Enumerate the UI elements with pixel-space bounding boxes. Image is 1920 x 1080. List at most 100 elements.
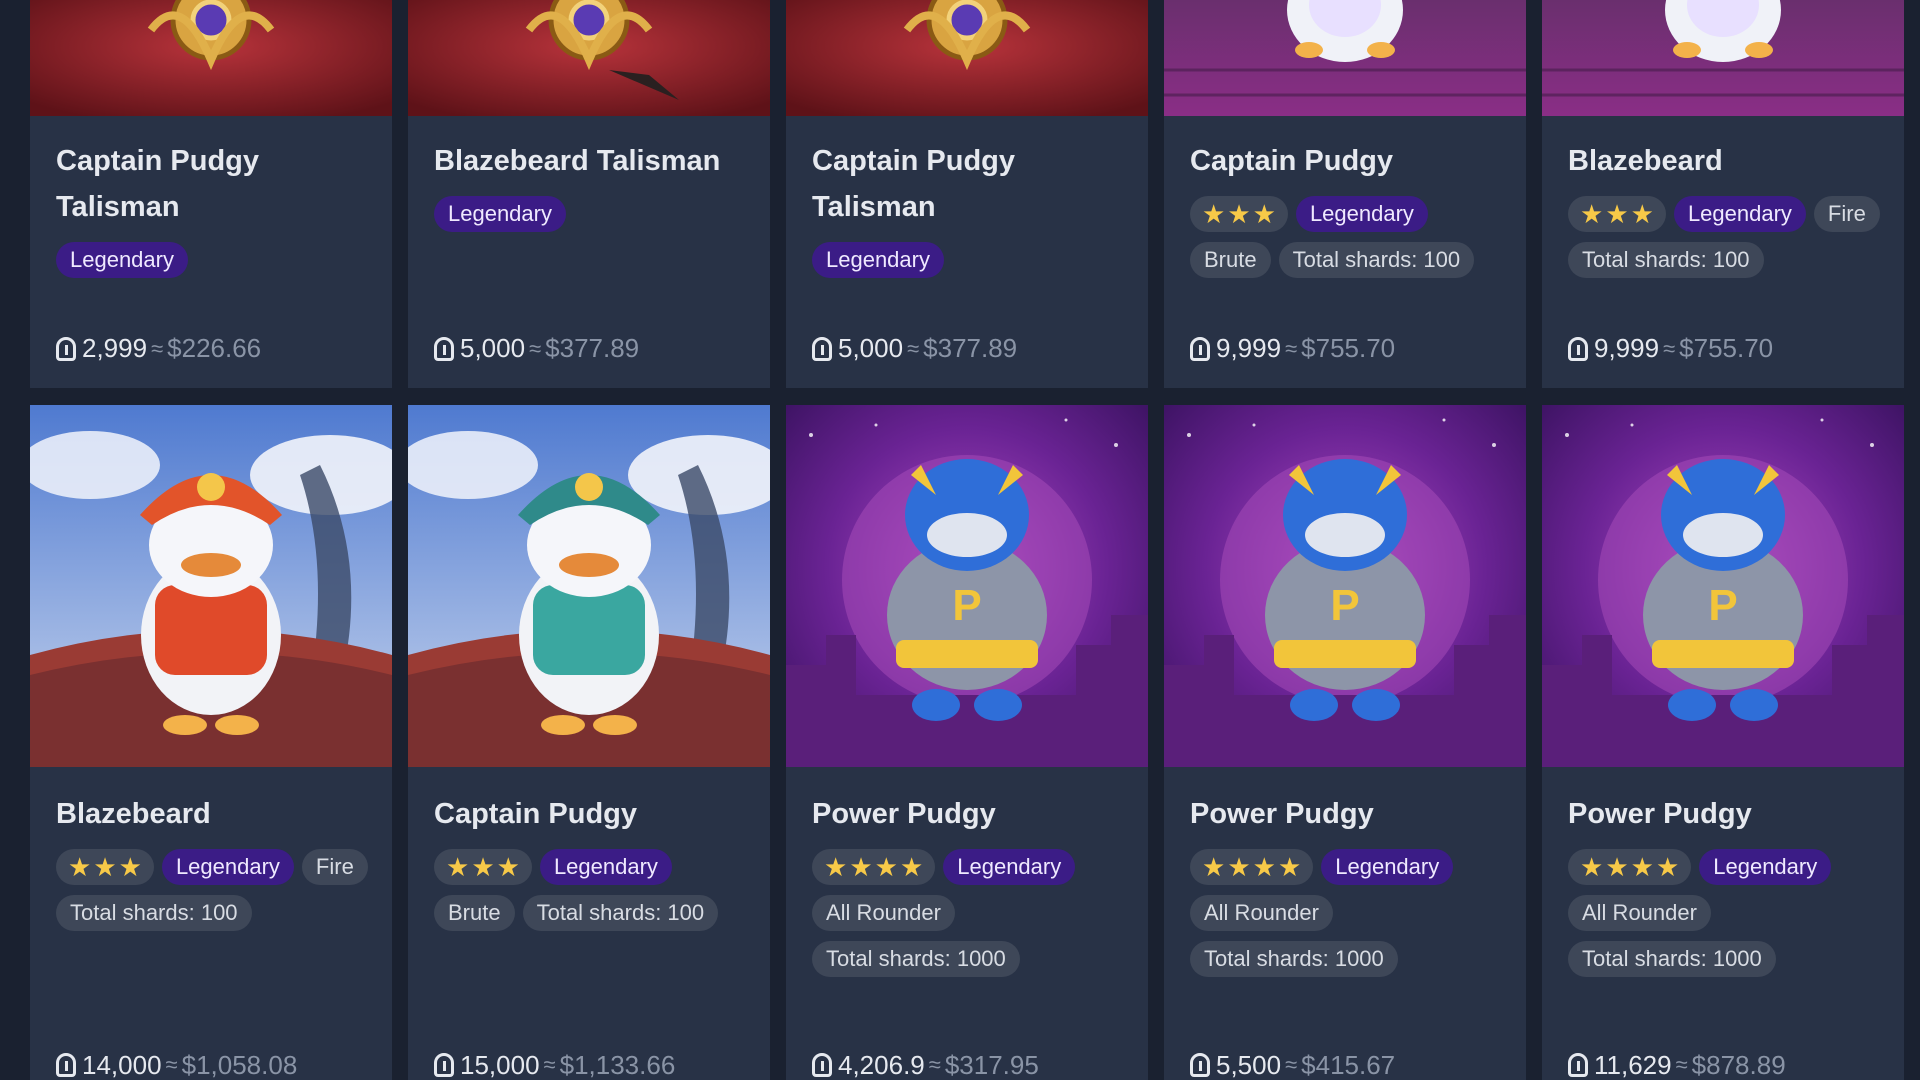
card-artwork [786,0,1148,116]
nft-card[interactable]: P Power Pudgy ★ ★ ★ ★ Legendary All Rounder Tot… [1164,405,1526,1080]
nft-card[interactable]: P Power Pudgy ★ ★ ★ ★ Legendary All Rounder Tot… [786,405,1148,1080]
card-price: 15,000 ≈ $1,133.66 [434,1025,675,1080]
rarity-badge: Legendary [812,242,944,278]
card-artwork [1542,0,1904,116]
card-price: 9,999 ≈ $755.70 [1190,333,1395,364]
approx-symbol: ≈ [1675,1052,1688,1077]
card-row-1: Captain Pudgy Talisman Legendary 2,999 ≈ $22… [30,0,1904,388]
usd-price: $755.70 [1679,333,1774,363]
star-icon: ★ [1277,852,1302,882]
star-icon: ★ [1605,852,1629,882]
card-title: Power Pudgy [1190,798,1374,830]
pudgy-coin-icon [812,1053,832,1077]
approx-symbol: ≈ [529,335,542,361]
star-rating-badge: ★ ★ ★ [1190,196,1288,232]
card-title: Captain Pudgy Talisman [56,145,260,223]
class-badge: Brute [1190,242,1271,278]
card-info: Power Pudgy ★ ★ ★ ★ Legendary All Rounder Total… [1190,791,1506,977]
star-rating-badge: ★ ★ ★ ★ [812,849,936,885]
nft-card[interactable]: Captain Pudgy ★ ★ ★ Legendary Brute Total shar… [1164,0,1526,388]
shards-badge: Total shards: 100 [56,895,252,931]
nft-card[interactable]: Captain Pudgy ★ ★ ★ Legendary Brute Total shar… [408,405,770,1080]
nft-card[interactable]: Captain Pudgy Talisman Legendary 5,000 ≈ $37… [786,0,1148,388]
shards-badge: Total shards: 100 [522,895,719,931]
token-price: 14,000 [82,1049,162,1080]
card-artwork [30,0,392,116]
nft-card[interactable]: Captain Pudgy Talisman Legendary 2,999 ≈ $22… [30,0,392,388]
star-icon: ★ [824,852,848,882]
class-badge: Fire [301,849,368,885]
rarity-badge: Legendary [56,242,188,278]
star-icon: ★ [1580,852,1604,882]
star-icon: ★ [1227,852,1251,882]
approx-symbol: ≈ [907,335,920,361]
card-title: Blazebeard Talisman [434,145,721,177]
card-price: 2,999 ≈ $226.66 [56,333,261,364]
star-rating-badge: ★ ★ ★ [1568,196,1666,232]
card-price: 14,000 ≈ $1,058.08 [56,1025,297,1080]
rarity-badge: Legendary [539,849,672,885]
card-price: 4,206.9 ≈ $317.95 [812,1025,1039,1080]
token-price: 5,000 [838,333,904,363]
shards-badge: Total shards: 1000 [1190,941,1398,977]
card-artwork [408,0,770,116]
card-title: Power Pudgy [1568,798,1752,830]
card-title: Blazebeard [56,798,211,830]
nft-card[interactable]: Blazebeard Talisman Legendary 5,000 ≈ $377.8… [408,0,770,388]
card-info: Captain Pudgy ★ ★ ★ Legendary Brute Total shar… [1190,138,1506,278]
card-title: Captain Pudgy [434,798,638,830]
pudgy-coin-icon [812,336,832,361]
card-artwork [30,405,392,767]
shards-badge: Total shards: 1000 [812,941,1020,977]
usd-price: $755.70 [1301,333,1396,363]
card-badges: ★ ★ ★ ★ Legendary All Rounder Total shards: 10… [1190,849,1506,977]
pudgy-coin-icon [1190,336,1210,361]
card-artwork [1164,0,1526,116]
rarity-badge: Legendary [434,196,566,232]
approx-symbol: ≈ [1663,335,1676,361]
class-badge: All Rounder [812,895,955,931]
rarity-badge: Legendary [1295,196,1428,232]
token-price: 9,999 [1594,333,1660,363]
star-icon: ★ [1252,199,1276,229]
card-badges: ★ ★ ★ Legendary Fire Total shards: 100 [1568,196,1884,278]
nft-card[interactable]: P Power Pudgy ★ ★ ★ ★ Legendary All Rounder Tot… [1542,405,1904,1080]
card-artwork: P [1542,405,1904,767]
nft-card[interactable]: Blazebeard ★ ★ ★ Legendary Fire Total shards: … [30,405,392,1080]
token-price: 9,999 [1216,333,1282,363]
shards-badge: Total shards: 100 [1278,242,1475,278]
star-icon: ★ [1655,852,1680,882]
card-info: Power Pudgy ★ ★ ★ ★ Legendary All Rounder Total… [812,791,1128,977]
token-price: 15,000 [460,1049,540,1080]
class-badge: Brute [434,895,515,931]
nft-card[interactable]: Blazebeard ★ ★ ★ Legendary Fire Total shards: … [1542,0,1904,388]
card-title: Captain Pudgy Talisman [812,145,1016,223]
star-icon: ★ [874,852,898,882]
card-title: Blazebeard [1568,145,1723,177]
star-icon: ★ [118,852,142,882]
token-price: 5,000 [460,333,526,363]
card-badges: Legendary [56,242,372,278]
pudgy-coin-icon [56,336,76,361]
card-title: Captain Pudgy [1190,145,1394,177]
token-price: 4,206.9 [838,1049,925,1080]
usd-price: $1,058.08 [181,1049,298,1080]
rarity-badge: Legendary [1673,196,1806,232]
pudgy-coin-icon [1190,1053,1210,1077]
star-icon: ★ [1605,199,1629,229]
token-price: 2,999 [82,333,148,363]
card-badges: ★ ★ ★ ★ Legendary All Rounder Total shards: 10… [1568,849,1884,977]
usd-price: $377.89 [923,333,1018,363]
usd-price: $317.95 [944,1049,1039,1080]
pudgy-coin-icon [56,1053,76,1077]
svg-text:P: P [952,581,981,630]
card-info: Captain Pudgy ★ ★ ★ Legendary Brute Total shar… [434,791,750,931]
card-artwork [408,405,770,767]
card-info: Captain Pudgy Talisman Legendary [56,138,372,278]
approx-symbol: ≈ [1285,1052,1298,1077]
usd-price: $1,133.66 [559,1049,676,1080]
star-icon: ★ [446,852,470,882]
star-icon: ★ [496,852,520,882]
card-price: 5,000 ≈ $377.89 [812,333,1017,364]
class-badge: All Rounder [1190,895,1333,931]
